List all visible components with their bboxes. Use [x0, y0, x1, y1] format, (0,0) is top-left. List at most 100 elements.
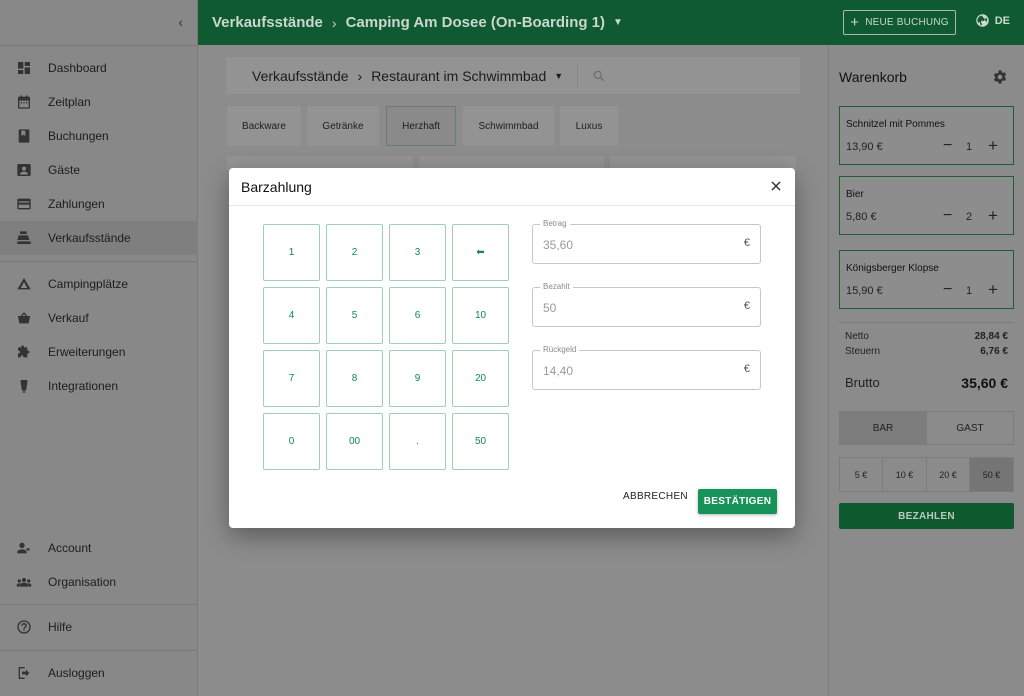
cart-title: Warenkorb — [839, 69, 907, 85]
quick-amount-5[interactable]: 5 € — [839, 457, 883, 492]
tab-getraenke[interactable]: Getränke — [307, 106, 379, 146]
keypad-key-1[interactable]: 1 — [263, 224, 320, 281]
dashboard-icon — [0, 60, 48, 76]
sidebar-item-erweiterungen[interactable]: Erweiterungen — [0, 335, 198, 369]
rueckgeld-field[interactable]: Rückgeld 14,40 € — [532, 345, 761, 390]
quick-amount-10[interactable]: 10 € — [882, 457, 927, 492]
netto-label: Netto — [845, 331, 869, 342]
keypad-key-20[interactable]: 20 — [452, 350, 509, 407]
payment-method-gast[interactable]: GAST — [926, 411, 1014, 445]
top-bar: Verkaufsstände › Camping Am Dosee (On-Bo… — [198, 0, 1024, 45]
gear-icon[interactable] — [992, 69, 1008, 85]
sidebar-item-label: Account — [48, 541, 92, 555]
keypad-key-00[interactable]: 00 — [326, 413, 383, 470]
sidebar-item-gaeste[interactable]: Gäste — [0, 153, 198, 187]
divider — [0, 261, 198, 262]
language-label: DE — [994, 14, 1010, 27]
language-switcher[interactable]: DE — [975, 13, 1010, 28]
betrag-field[interactable]: Betrag 35,60 € — [532, 219, 761, 264]
collapse-sidebar-icon[interactable]: ‹ — [178, 14, 183, 30]
keypad-key-50[interactable]: 50 — [452, 413, 509, 470]
puzzle-icon — [0, 344, 48, 360]
keypad-key-3[interactable]: 3 — [389, 224, 446, 281]
keypad-key-6[interactable]: 6 — [389, 287, 446, 344]
decrease-quantity-button[interactable]: − — [943, 281, 952, 299]
cancel-button[interactable]: ABBRECHEN — [623, 491, 688, 502]
breadcrumb-campsite[interactable]: Camping Am Dosee (On-Boarding 1) — [346, 14, 605, 31]
sidebar-item-integrationen[interactable]: Integrationen — [0, 369, 198, 403]
help-icon — [0, 619, 48, 635]
cart-item-name: Bier — [846, 189, 864, 200]
rueckgeld-label: Rückgeld — [540, 345, 580, 354]
keypad-key-2[interactable]: 2 — [326, 224, 383, 281]
decrease-quantity-button[interactable]: − — [943, 207, 952, 225]
sidebar-item-ausloggen[interactable]: Ausloggen — [0, 656, 198, 690]
breadcrumb-verkaufsstaende-sub[interactable]: Verkaufsstände — [252, 68, 349, 84]
quick-amount-50[interactable]: 50 € — [969, 457, 1014, 492]
tab-herzhaft[interactable]: Herzhaft — [386, 106, 456, 146]
stand-selector[interactable]: Restaurant im Schwimmbad — [371, 68, 546, 84]
sidebar-item-verkaufsstaende[interactable]: Verkaufsstände — [0, 221, 198, 255]
divider — [0, 650, 198, 651]
netto-row: Netto 28,84 € — [845, 331, 1008, 342]
tab-luxus[interactable]: Luxus — [560, 106, 618, 146]
sidebar-item-label: Buchungen — [48, 129, 109, 143]
sidebar-item-label: Hilfe — [48, 620, 73, 634]
decrease-quantity-button[interactable]: − — [943, 137, 952, 155]
keypad-key-8[interactable]: 8 — [326, 350, 383, 407]
keypad-key-5[interactable]: 5 — [326, 287, 383, 344]
pay-button[interactable]: BEZAHLEN — [839, 503, 1014, 529]
sidebar-item-buchungen[interactable]: Buchungen — [0, 119, 198, 153]
sidebar-item-label: Verkaufsstände — [48, 231, 131, 245]
increase-quantity-button[interactable]: + — [988, 280, 998, 300]
sidebar-item-label: Zeitplan — [48, 95, 91, 109]
basket-icon — [0, 310, 48, 326]
keypad-key-decimal[interactable]: . — [389, 413, 446, 470]
sidebar-item-label: Verkauf — [48, 311, 89, 325]
sidebar-item-zeitplan[interactable]: Zeitplan — [0, 85, 198, 119]
currency-symbol: € — [743, 363, 750, 375]
caret-down-icon[interactable]: ▼ — [554, 71, 563, 81]
sidebar-item-organisation[interactable]: Organisation — [0, 565, 198, 599]
bezahlt-label: Bezahlt — [540, 282, 573, 291]
chevron-right-icon: › — [357, 67, 363, 84]
tab-backware[interactable]: Backware — [227, 106, 301, 146]
increase-quantity-button[interactable]: + — [988, 206, 998, 226]
keypad-key-10[interactable]: 10 — [452, 287, 509, 344]
keypad-key-0[interactable]: 0 — [263, 413, 320, 470]
credit-card-icon — [0, 196, 48, 212]
confirm-button[interactable]: BESTÄTIGEN — [698, 489, 777, 514]
quick-amount-20[interactable]: 20 € — [926, 457, 970, 492]
search-icon[interactable] — [592, 69, 606, 83]
close-icon[interactable] — [769, 179, 783, 193]
divider — [577, 63, 579, 88]
new-booking-label: NEUE BUCHUNG — [865, 17, 949, 28]
divider — [839, 322, 1014, 323]
caret-down-icon[interactable]: ▼ — [613, 17, 623, 28]
rueckgeld-value: 14,40 — [543, 364, 574, 378]
sidebar-item-hilfe[interactable]: Hilfe — [0, 610, 198, 644]
sidebar-item-verkauf[interactable]: Verkauf — [0, 301, 198, 335]
sidebar-item-account[interactable]: Account — [0, 531, 198, 565]
sidebar-item-campingplaetze[interactable]: Campingplätze — [0, 267, 198, 301]
keypad-key-7[interactable]: 7 — [263, 350, 320, 407]
sidebar-item-dashboard[interactable]: Dashboard — [0, 51, 198, 85]
cart-item-quantity: 1 — [966, 141, 973, 153]
sidebar-item-zahlungen[interactable]: Zahlungen — [0, 187, 198, 221]
breadcrumb-verkaufsstaende[interactable]: Verkaufsstände — [212, 14, 323, 31]
bezahlt-field[interactable]: Bezahlt 50 € — [532, 282, 761, 327]
sidebar-item-label: Dashboard — [48, 61, 107, 75]
new-booking-button[interactable]: + NEUE BUCHUNG — [843, 10, 956, 35]
globe-icon — [975, 14, 989, 27]
payment-method-bar[interactable]: BAR — [839, 411, 927, 445]
tab-schwimmbad[interactable]: Schwimmbad — [463, 106, 554, 146]
keypad-key-9[interactable]: 9 — [389, 350, 446, 407]
cart-panel: Warenkorb Schnitzel mit Pommes 13,90 € −… — [828, 45, 1024, 696]
keypad-key-4[interactable]: 4 — [263, 287, 320, 344]
currency-symbol: € — [743, 300, 750, 312]
keypad-backspace[interactable]: ⬅ — [452, 224, 509, 281]
sidebar-item-label: Organisation — [48, 575, 117, 589]
increase-quantity-button[interactable]: + — [988, 136, 998, 156]
tent-icon — [0, 276, 48, 292]
cart-item-price: 5,80 € — [846, 211, 877, 223]
